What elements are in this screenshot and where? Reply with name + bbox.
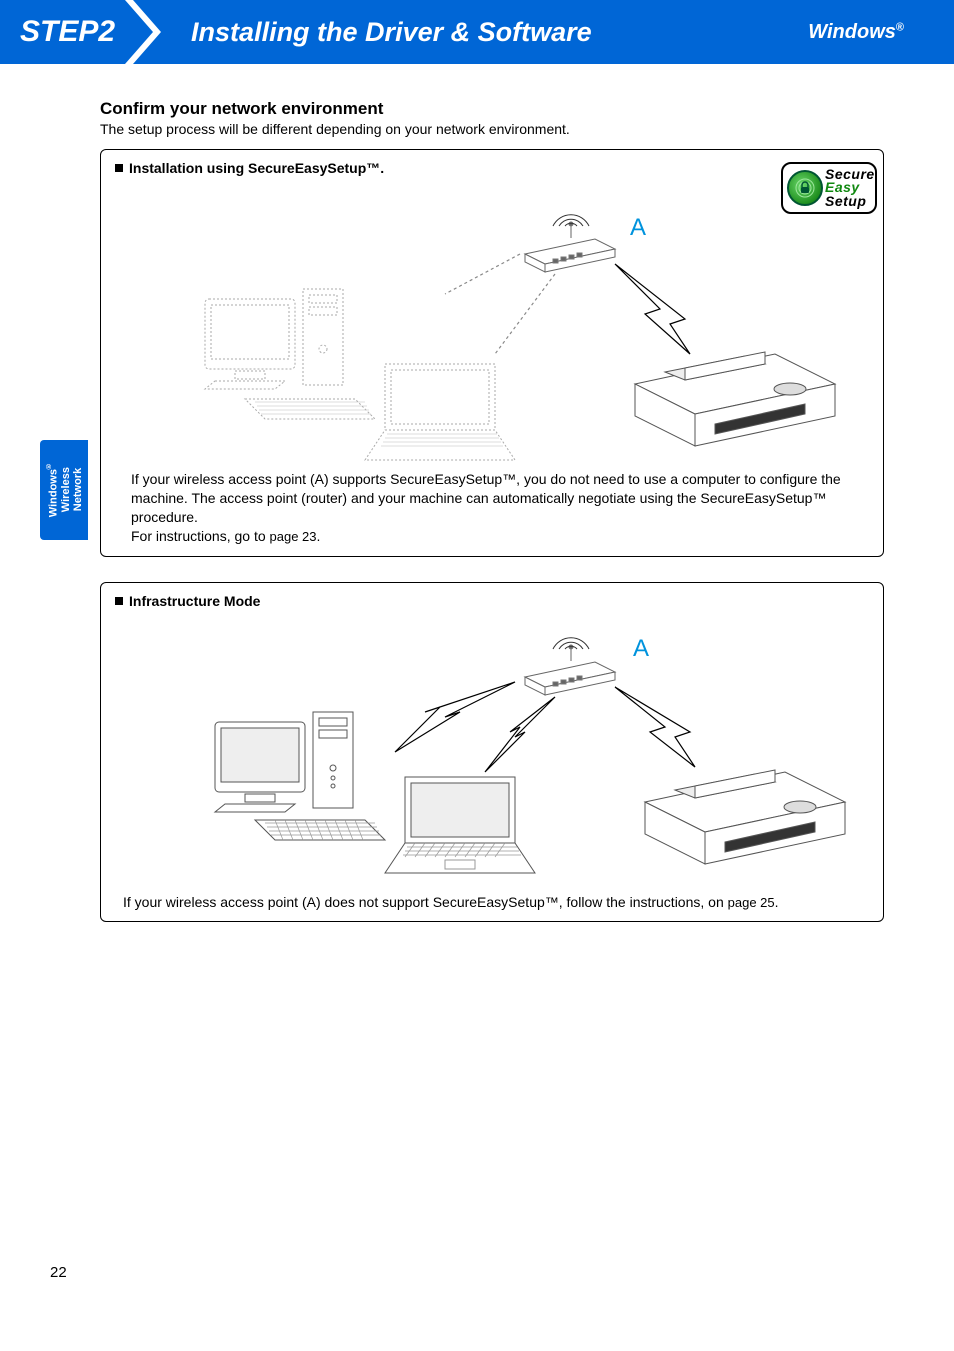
bullet-icon <box>115 597 123 605</box>
connection-lines <box>445 254 690 354</box>
desktop-icon <box>205 289 375 419</box>
box1-text: If your wireless access point (A) suppor… <box>131 470 865 546</box>
printer-icon <box>635 352 835 446</box>
page-number: 22 <box>50 1264 67 1281</box>
header-band: STEP2 Installing the Driver & Software W… <box>0 0 954 64</box>
printer-icon <box>645 770 845 864</box>
side-tab-reg: ® <box>45 462 52 469</box>
box2-period: . <box>775 894 779 910</box>
box2-text-prefix: If your wireless access point (A) does n… <box>123 894 728 910</box>
box2-title-text: Infrastructure Mode <box>129 593 260 609</box>
router-icon <box>525 637 615 694</box>
section-subtext: The setup process will be different depe… <box>100 121 884 137</box>
box1-title-text: Installation using SecureEasySetup™. <box>129 160 384 176</box>
page-ref-25[interactable]: page 25 <box>728 895 775 910</box>
router-label-a: A <box>633 635 649 663</box>
os-name: Windows <box>808 21 896 43</box>
registered-icon: ® <box>896 21 904 33</box>
box-infrastructure: Infrastructure Mode <box>100 582 884 923</box>
box2-text: If your wireless access point (A) does n… <box>123 893 865 912</box>
laptop-icon <box>385 777 535 873</box>
chevron-icon <box>125 0 161 64</box>
box2-title: Infrastructure Mode <box>115 593 869 609</box>
diagram-ses: A <box>115 184 869 464</box>
diagram-infrastructure: A <box>115 617 869 887</box>
page-ref-23[interactable]: page 23 <box>270 529 317 544</box>
os-label: Windows® <box>808 21 954 44</box>
side-tab-text: Windows® Wireless Network <box>45 462 84 517</box>
side-tab-line1: Windows <box>47 469 59 517</box>
page-title: Installing the Driver & Software <box>191 17 808 48</box>
box1-title: Installation using SecureEasySetup™. <box>115 160 869 176</box>
step-label: STEP2 <box>0 15 125 49</box>
side-tab: Windows® Wireless Network <box>40 440 88 540</box>
desktop-icon <box>215 712 385 840</box>
bullet-icon <box>115 164 123 172</box>
laptop-icon <box>365 364 515 460</box>
content: Confirm your network environment The set… <box>0 99 954 922</box>
side-tab-line3: Network <box>71 468 83 511</box>
router-label-a: A <box>630 214 646 242</box>
router-icon <box>525 215 615 272</box>
section-heading: Confirm your network environment <box>100 99 884 119</box>
box1-instr-prefix: For instructions, go to <box>131 528 270 544</box>
box-secureeasysetup: Installation using SecureEasySetup™. Sec… <box>100 149 884 557</box>
side-tab-line2: Wireless <box>59 467 71 512</box>
box1-main-text: If your wireless access point (A) suppor… <box>131 471 841 525</box>
box1-period: . <box>317 528 321 544</box>
